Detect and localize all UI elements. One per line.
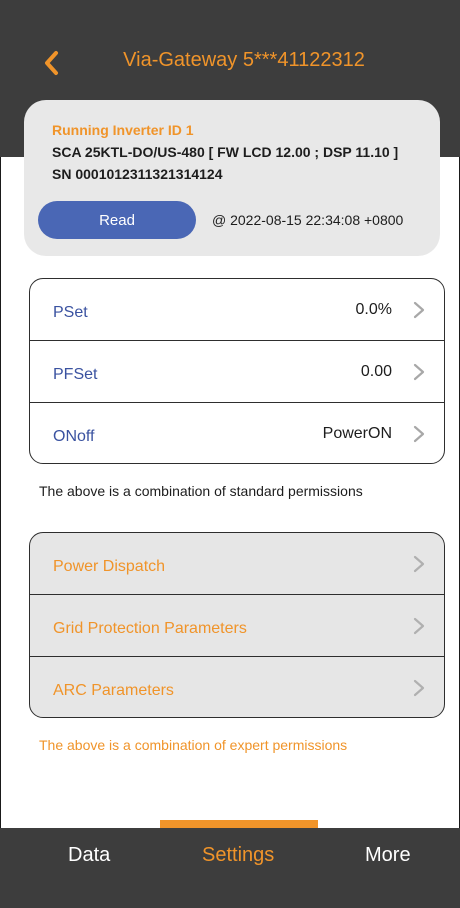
- setting-label: ARC Parameters: [53, 682, 174, 699]
- read-timestamp: @ 2022-08-15 22:34:08 +0800: [212, 212, 404, 228]
- setting-row-power-dispatch[interactable]: Power Dispatch: [30, 533, 444, 594]
- inverter-serial-number: SN 0001012311321314124: [52, 166, 223, 182]
- inverter-info-card: Running Inverter ID 1 SCA 25KTL-DO/US-48…: [24, 100, 440, 256]
- setting-label: PSet: [53, 304, 88, 321]
- setting-row-arc-parameters[interactable]: ARC Parameters: [30, 656, 444, 717]
- inverter-id-label: Running Inverter ID 1: [52, 122, 194, 138]
- chevron-right-icon: [413, 363, 425, 381]
- inverter-model-line: SCA 25KTL-DO/US-480 [ FW LCD 12.00 ; DSP…: [52, 144, 399, 160]
- read-button[interactable]: Read: [38, 201, 196, 239]
- standard-settings-list: PSet 0.0% PFSet 0.00 ONoff PowerON: [29, 278, 445, 464]
- setting-row-pset[interactable]: PSet 0.0%: [30, 279, 444, 340]
- setting-label: Grid Protection Parameters: [53, 620, 247, 637]
- tab-more[interactable]: More: [365, 844, 411, 867]
- bottom-tab-bar: Data Settings More: [0, 828, 460, 908]
- chevron-right-icon: [413, 617, 425, 635]
- active-tab-indicator: [160, 820, 318, 828]
- setting-row-pfset[interactable]: PFSet 0.00: [30, 340, 444, 402]
- expert-permissions-note: The above is a combination of expert per…: [39, 737, 348, 753]
- setting-row-onoff[interactable]: ONoff PowerON: [30, 402, 444, 463]
- tab-data[interactable]: Data: [68, 844, 110, 867]
- chevron-right-icon: [413, 301, 425, 319]
- setting-value: 0.00: [360, 363, 392, 380]
- tab-settings[interactable]: Settings: [202, 844, 274, 867]
- setting-label: Power Dispatch: [53, 558, 166, 575]
- page-title: Via-Gateway 5***41122312: [123, 49, 365, 71]
- chevron-right-icon: [413, 555, 425, 573]
- chevron-right-icon: [413, 425, 425, 443]
- setting-label: PFSet: [53, 366, 98, 383]
- setting-value: 0.0%: [355, 301, 392, 318]
- standard-permissions-note: The above is a combination of standard p…: [39, 483, 363, 499]
- setting-label: ONoff: [53, 428, 95, 445]
- expert-settings-list: Power Dispatch Grid Protection Parameter…: [29, 532, 445, 718]
- setting-value: PowerON: [322, 425, 392, 442]
- setting-row-grid-protection[interactable]: Grid Protection Parameters: [30, 594, 444, 656]
- chevron-right-icon: [413, 679, 425, 697]
